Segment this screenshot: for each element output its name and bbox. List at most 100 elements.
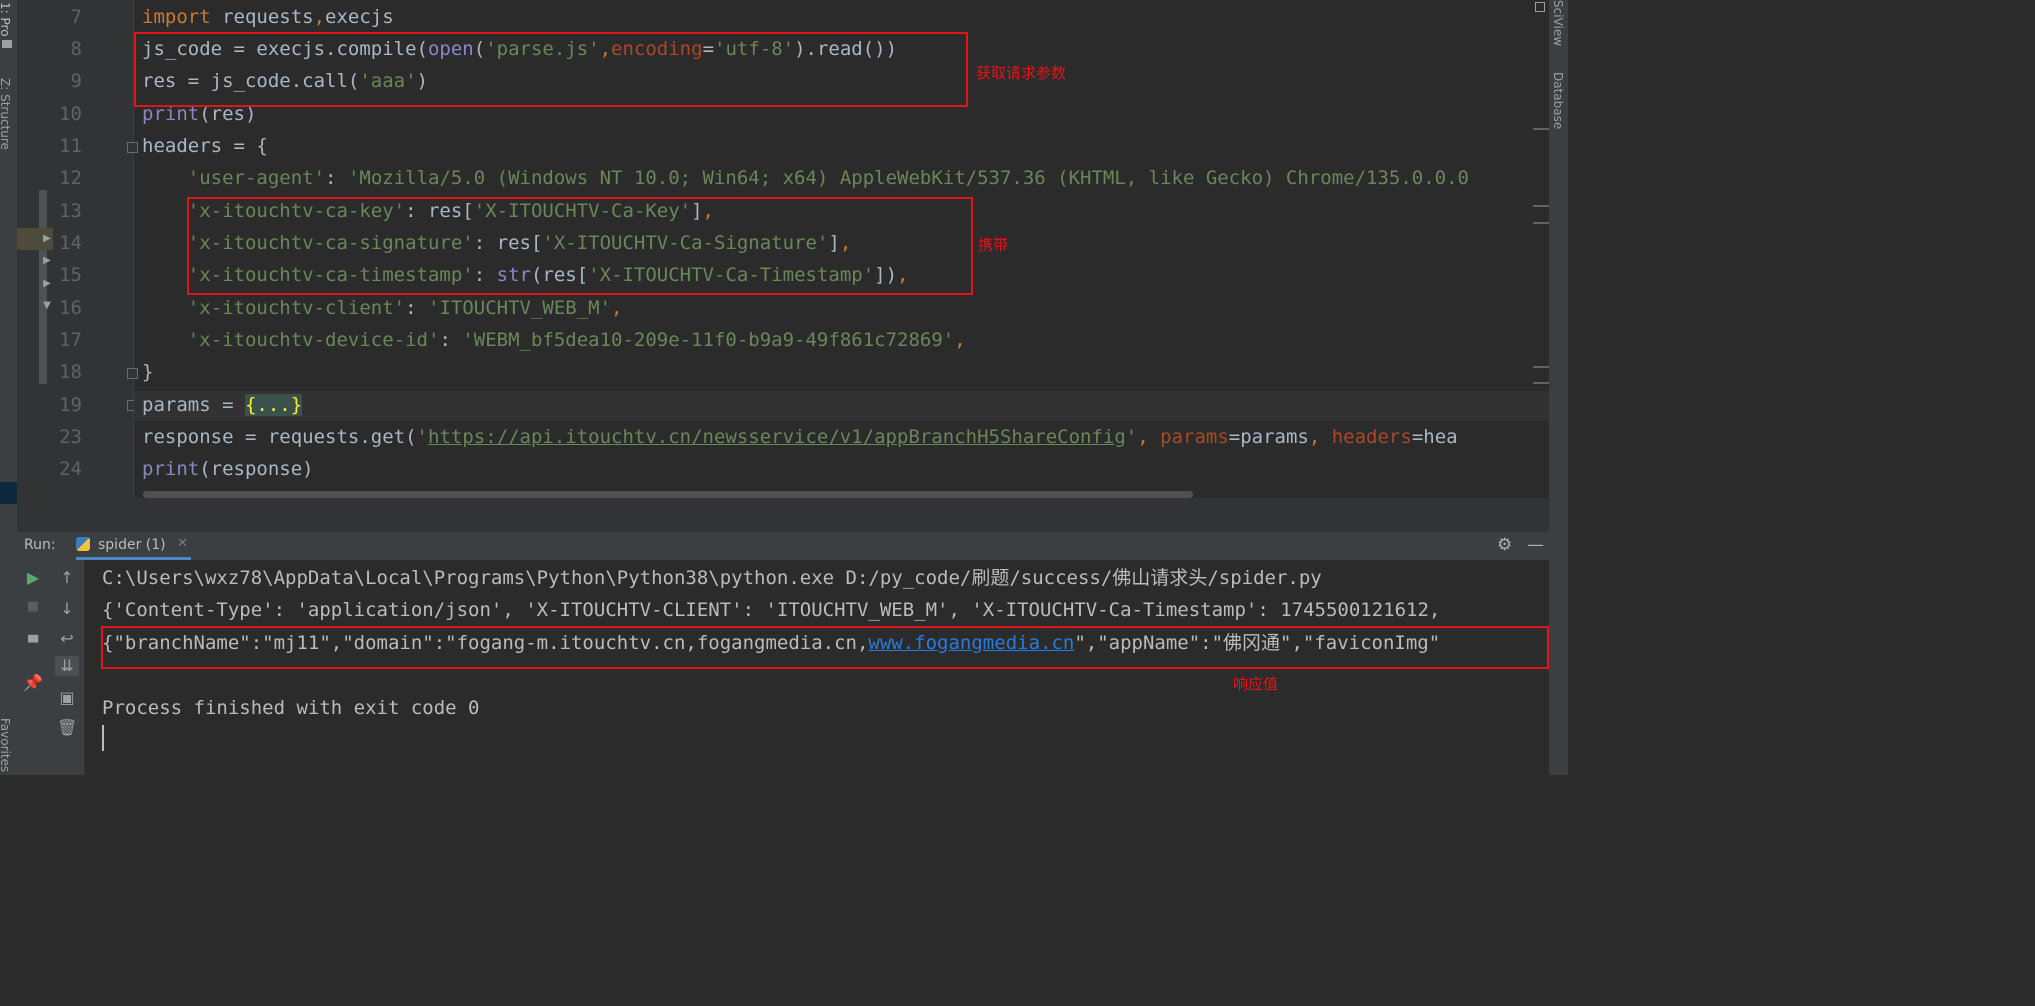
code-line[interactable]: 'user-agent': 'Mozilla/5.0 (Windows NT 1… xyxy=(142,168,1469,188)
horizontal-scrollbar[interactable] xyxy=(143,491,1193,498)
structure-tab[interactable]: Z: Structure xyxy=(0,78,12,150)
close-icon[interactable]: ✕ xyxy=(177,536,188,551)
favorites-tab[interactable]: Favorites xyxy=(0,718,12,772)
code-token: } xyxy=(142,361,154,383)
run-tab[interactable]: spider (1) ✕ xyxy=(76,532,191,560)
fold-marker-icon[interactable] xyxy=(127,142,138,153)
down-arrow-icon[interactable]: ↓ xyxy=(57,599,77,619)
code-token: , xyxy=(313,6,326,28)
request-params-box xyxy=(134,32,968,107)
code-line[interactable]: 'x-itouchtv-client': 'ITOUCHTV_WEB_M', xyxy=(142,297,623,319)
gear-icon[interactable]: ⚙ xyxy=(1497,535,1512,555)
line-number: 23 xyxy=(59,426,82,448)
fold-arrow-icon[interactable]: ▼ xyxy=(37,296,57,316)
code-token: 'ITOUCHTV_WEB_M' xyxy=(428,297,612,319)
code-line[interactable]: } xyxy=(142,362,153,382)
code-line[interactable]: print(res) xyxy=(142,104,256,124)
scroll-to-end-icon[interactable]: ⇊ xyxy=(55,656,79,676)
code-token: , xyxy=(611,297,623,319)
line-number: 7 xyxy=(70,6,82,28)
code-token: ' xyxy=(416,426,428,448)
panel-divider[interactable] xyxy=(17,498,1549,532)
run-toolbar-secondary: ↑ ↓ ↩ ⇊ ▣ 🗑 xyxy=(50,560,85,775)
minimize-icon[interactable]: — xyxy=(1527,535,1544,555)
code-token: headers = { xyxy=(142,135,268,157)
database-tab[interactable]: Database xyxy=(1551,72,1565,129)
rerun-icon[interactable]: ▶ xyxy=(23,568,43,588)
code-line[interactable]: response = requests.get('https://api.ito… xyxy=(142,427,1458,447)
layout-icon[interactable]: ▀ xyxy=(23,634,43,654)
project-tab[interactable]: 1: Pro xyxy=(0,2,12,37)
line-number: 17 xyxy=(59,329,82,351)
console-exit-line: Process finished with exit code 0 xyxy=(102,697,480,719)
code-token: print xyxy=(142,458,200,480)
line-number: 15 xyxy=(59,264,82,286)
code-token: =params xyxy=(1228,426,1309,448)
response-value-note: 响应值 xyxy=(1233,675,1279,693)
carry-note: 携带 xyxy=(978,236,1009,254)
soft-wrap-icon[interactable]: ↩ xyxy=(57,629,77,649)
code-token: {...} xyxy=(244,394,303,416)
scroll-indicator xyxy=(1533,366,1549,368)
code-line[interactable]: headers = { xyxy=(142,136,268,156)
code-token: , xyxy=(954,329,966,351)
code-token: headers xyxy=(1331,426,1412,448)
code-token: : xyxy=(325,167,348,189)
scroll-indicator xyxy=(1533,128,1549,130)
left-tool-strip: 1: Pro Z: Structure Favorites xyxy=(0,0,50,775)
code-token: 'user-agent' xyxy=(187,167,326,189)
python-icon xyxy=(76,537,90,551)
code-token: (response) xyxy=(199,458,314,480)
code-line[interactable]: print(response) xyxy=(142,459,314,479)
code-token: 'WEBM_bf5dea10-209e-11f0-b9a9-49f861c728… xyxy=(462,329,955,351)
up-arrow-icon[interactable]: ↑ xyxy=(57,568,77,588)
stop-icon[interactable]: ■ xyxy=(23,597,43,617)
sciview-tab[interactable]: SciView xyxy=(1551,0,1565,46)
code-token: =hea xyxy=(1411,426,1458,448)
folder-icon xyxy=(2,40,12,48)
code-token: ' xyxy=(1125,426,1138,448)
run-arrow-icon[interactable]: ▶ xyxy=(37,274,57,294)
carry-headers-box xyxy=(187,197,973,295)
code-token: : xyxy=(405,297,428,319)
line-number: 12 xyxy=(59,167,82,189)
text-cursor xyxy=(102,725,104,751)
inspection-icon[interactable] xyxy=(1535,2,1545,12)
trash-icon[interactable]: 🗑 xyxy=(57,718,77,738)
line-number: 8 xyxy=(70,38,82,60)
pin-icon[interactable]: 📌 xyxy=(23,673,43,693)
code-token: 'x-itouchtv-client' xyxy=(187,297,406,319)
response-value-box xyxy=(101,626,1549,669)
code-token: import xyxy=(142,6,211,28)
scroll-indicator xyxy=(1533,205,1549,207)
run-label: Run: xyxy=(24,537,56,553)
line-number: 18 xyxy=(59,361,82,383)
code-token: https://api.itouchtv.cn/newsservice/v1/a… xyxy=(428,426,1126,448)
code-token: params xyxy=(1160,426,1229,448)
run-arrow-icon[interactable]: ▶ xyxy=(37,229,57,249)
code-token: , xyxy=(1308,426,1332,448)
code-token: params = xyxy=(142,394,245,416)
run-arrow-icon[interactable]: ▶ xyxy=(37,251,57,271)
run-toolbar: ▶ ■ ▀ 📌 xyxy=(17,560,50,775)
console-command-line: C:\Users\wxz78\AppData\Local\Programs\Py… xyxy=(102,567,1322,589)
caret-line-highlight xyxy=(134,391,1549,421)
code-line[interactable]: params = {...} xyxy=(142,394,303,416)
code-token: : xyxy=(439,329,463,351)
fold-marker-icon[interactable] xyxy=(127,368,138,379)
console-headers-line: {'Content-Type': 'application/json', 'X-… xyxy=(102,599,1441,621)
code-line[interactable]: 'x-itouchtv-device-id': 'WEBM_bf5dea10-2… xyxy=(142,330,966,350)
print-icon[interactable]: ▣ xyxy=(57,688,77,708)
line-number: 16 xyxy=(59,297,82,319)
line-number: 10 xyxy=(59,103,82,125)
code-line[interactable]: import requests,execjs xyxy=(142,7,394,27)
run-panel-header: Run: spider (1) ✕ ⚙ — xyxy=(17,532,1549,561)
line-number: 19 xyxy=(59,394,82,416)
line-number: 13 xyxy=(59,200,82,222)
code-token: response = requests.get( xyxy=(142,426,417,448)
run-tab-label: spider (1) xyxy=(98,537,166,553)
